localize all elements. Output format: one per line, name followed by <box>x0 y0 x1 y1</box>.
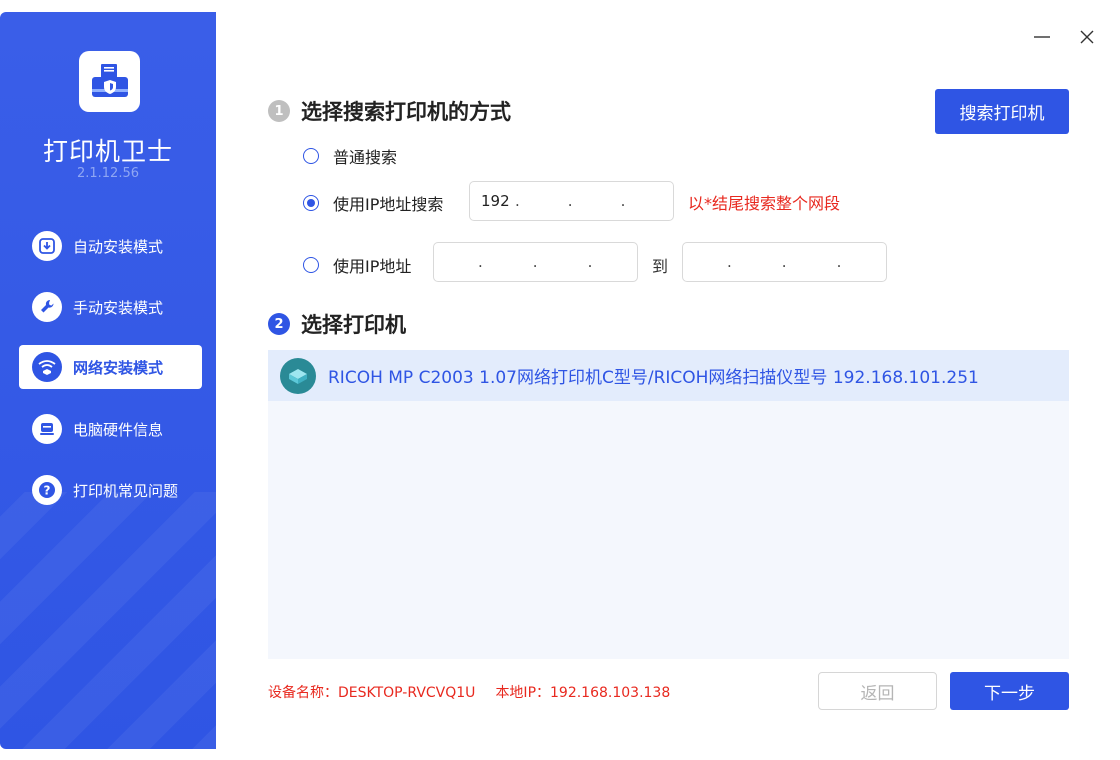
ip-octet-1[interactable]: 192 <box>481 192 515 210</box>
network-printer-icon <box>280 357 316 394</box>
ip-search-hint: 以*结尾搜索整个网段 <box>688 194 841 213</box>
option-normal-search: 普通搜索 <box>303 144 397 168</box>
ip-dot: . <box>781 253 787 271</box>
range-to-label: 到 <box>652 257 669 276</box>
step1-heading: 1 选择搜索打印机的方式 <box>268 96 511 126</box>
device-name: 设备名称：DESKTOP-RVCVQ1U <box>268 685 476 701</box>
step1-number: 1 <box>268 100 290 122</box>
app-title: 打印机卫士 <box>42 137 173 166</box>
option-label: 普通搜索 <box>333 148 398 167</box>
sidebar-item-hardware-info[interactable]: 电脑硬件信息 <box>19 407 202 451</box>
option-label: 使用IP地址 <box>333 257 412 276</box>
sidebar-item-auto-install[interactable]: 自动安装模式 <box>19 224 202 268</box>
ip-range-from-input[interactable]: . . . <box>433 242 638 282</box>
printer-list-item[interactable]: RICOH MP C2003 1.07网络打印机C型号/RICOH网络扫描仪型号… <box>268 350 1069 401</box>
close-button[interactable] <box>1076 26 1098 48</box>
sidebar-item-label: 手动安装模式 <box>73 298 164 317</box>
sidebar-item-label: 打印机常见问题 <box>73 481 179 500</box>
download-icon <box>32 231 62 261</box>
ip-dot: . <box>478 253 483 271</box>
option-label: 使用IP地址搜索 <box>333 195 444 214</box>
next-button[interactable]: 下一步 <box>950 672 1069 710</box>
sidebar-item-faq[interactable]: ? 打印机常见问题 <box>19 468 202 512</box>
sidebar-item-label: 网络安装模式 <box>73 358 164 377</box>
minimize-button[interactable] <box>1031 26 1053 48</box>
step2-title: 选择打印机 <box>301 313 406 337</box>
printer-list[interactable]: RICOH MP C2003 1.07网络打印机C型号/RICOH网络扫描仪型号… <box>268 350 1069 659</box>
ip-dot: . <box>532 253 538 271</box>
question-icon: ? <box>32 475 62 505</box>
back-button[interactable]: 返回 <box>818 672 937 710</box>
wrench-icon <box>32 292 62 322</box>
ip-range-to-input[interactable]: . . . <box>682 242 887 282</box>
printer-shield-icon <box>91 63 128 97</box>
option-ip-search: 使用IP地址搜索 <box>303 191 443 215</box>
sidebar: 打印机卫士 2.1.12.56 自动安装模式 手动安装模式 网络安装模式 电脑硬… <box>0 12 216 749</box>
app-logo <box>79 51 140 112</box>
device-info: 设备名称：DESKTOP-RVCVQ1U 本地IP：192.168.103.13… <box>268 682 670 702</box>
ip-dot: . <box>567 192 573 210</box>
ip-dot: . <box>515 192 520 210</box>
radio-ip-search[interactable] <box>303 195 319 211</box>
radio-ip-range[interactable] <box>303 257 319 273</box>
step2-number: 2 <box>268 313 290 335</box>
app-version: 2.1.12.56 <box>76 166 140 181</box>
option-ip-range: 使用IP地址 <box>303 253 411 277</box>
printer-name: RICOH MP C2003 1.07网络打印机C型号/RICOH网络扫描仪型号… <box>328 368 979 388</box>
svg-text:?: ? <box>44 484 51 498</box>
ip-dot: . <box>620 192 626 210</box>
step2-heading: 2 选择打印机 <box>268 309 406 339</box>
step1-title: 选择搜索打印机的方式 <box>301 100 511 124</box>
sidebar-item-label: 自动安装模式 <box>73 237 164 256</box>
ip-dot: . <box>587 253 593 271</box>
radio-normal-search[interactable] <box>303 148 319 164</box>
ip-dot: . <box>836 253 842 271</box>
ip-dot: . <box>727 253 732 271</box>
ip-search-input[interactable]: 192 . . . <box>469 181 674 221</box>
sidebar-item-network-install[interactable]: 网络安装模式 <box>19 345 202 389</box>
sidebar-item-manual-install[interactable]: 手动安装模式 <box>19 285 202 329</box>
network-icon <box>32 352 62 382</box>
minimize-icon <box>1034 36 1050 38</box>
close-icon <box>1080 30 1094 44</box>
hardware-icon <box>32 414 62 444</box>
sidebar-item-label: 电脑硬件信息 <box>73 420 164 439</box>
local-ip: 本地IP：192.168.103.138 <box>495 685 671 701</box>
search-printer-button[interactable]: 搜索打印机 <box>935 89 1069 134</box>
app-window: 打印机卫士 2.1.12.56 自动安装模式 手动安装模式 网络安装模式 电脑硬… <box>0 0 1120 760</box>
